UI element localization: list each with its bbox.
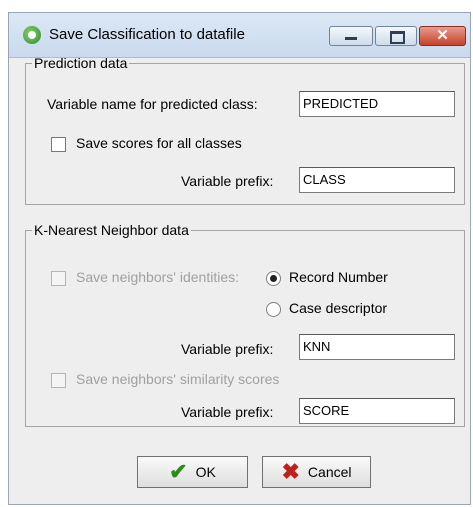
save-scores-checkbox[interactable]: [51, 137, 66, 152]
minimize-button[interactable]: [329, 26, 373, 46]
case-descriptor-label: Case descriptor: [289, 300, 388, 316]
maximize-button[interactable]: [375, 26, 417, 46]
knn-data-legend: K-Nearest Neighbor data: [34, 222, 189, 238]
ok-button-label: OK: [195, 464, 216, 480]
cancel-button-label: Cancel: [307, 464, 352, 480]
minimize-icon: [345, 37, 357, 40]
case-descriptor-radio[interactable]: [266, 302, 281, 317]
maximize-icon: [390, 31, 405, 44]
save-identities-checkbox[interactable]: [51, 271, 66, 286]
cancel-button[interactable]: ✖ Cancel: [262, 456, 371, 488]
knn-prefix-input[interactable]: KNN: [299, 334, 455, 360]
title-bar[interactable]: Save Classification to datafile ✕: [9, 13, 470, 58]
close-button[interactable]: ✕: [419, 26, 466, 46]
cross-icon: ✖: [281, 459, 300, 484]
knn-prefix-label: Variable prefix:: [181, 341, 274, 357]
class-prefix-input[interactable]: CLASS: [299, 167, 455, 193]
variable-name-label: Variable name for predicted class:: [47, 96, 258, 112]
record-number-label: Record Number: [289, 269, 388, 285]
variable-name-input[interactable]: PREDICTED: [299, 91, 455, 117]
checkmark-icon: ✔: [169, 459, 188, 484]
window-title: Save Classification to datafile: [49, 26, 245, 43]
save-identities-label: Save neighbors' identities:: [76, 269, 239, 285]
score-prefix-label: Variable prefix:: [181, 404, 274, 420]
save-similarity-label: Save neighbors' similarity scores: [76, 371, 280, 387]
save-scores-label: Save scores for all classes: [76, 135, 242, 151]
save-similarity-checkbox[interactable]: [51, 373, 66, 388]
record-number-radio[interactable]: [266, 271, 281, 286]
knn-data-group: K-Nearest Neighbor data: [25, 222, 465, 427]
class-prefix-label: Variable prefix:: [181, 173, 274, 189]
app-icon: [23, 26, 41, 44]
score-prefix-input[interactable]: SCORE: [299, 398, 455, 424]
prediction-data-legend: Prediction data: [34, 55, 128, 71]
ok-button[interactable]: ✔ OK: [137, 456, 248, 488]
close-icon: ✕: [436, 27, 449, 44]
